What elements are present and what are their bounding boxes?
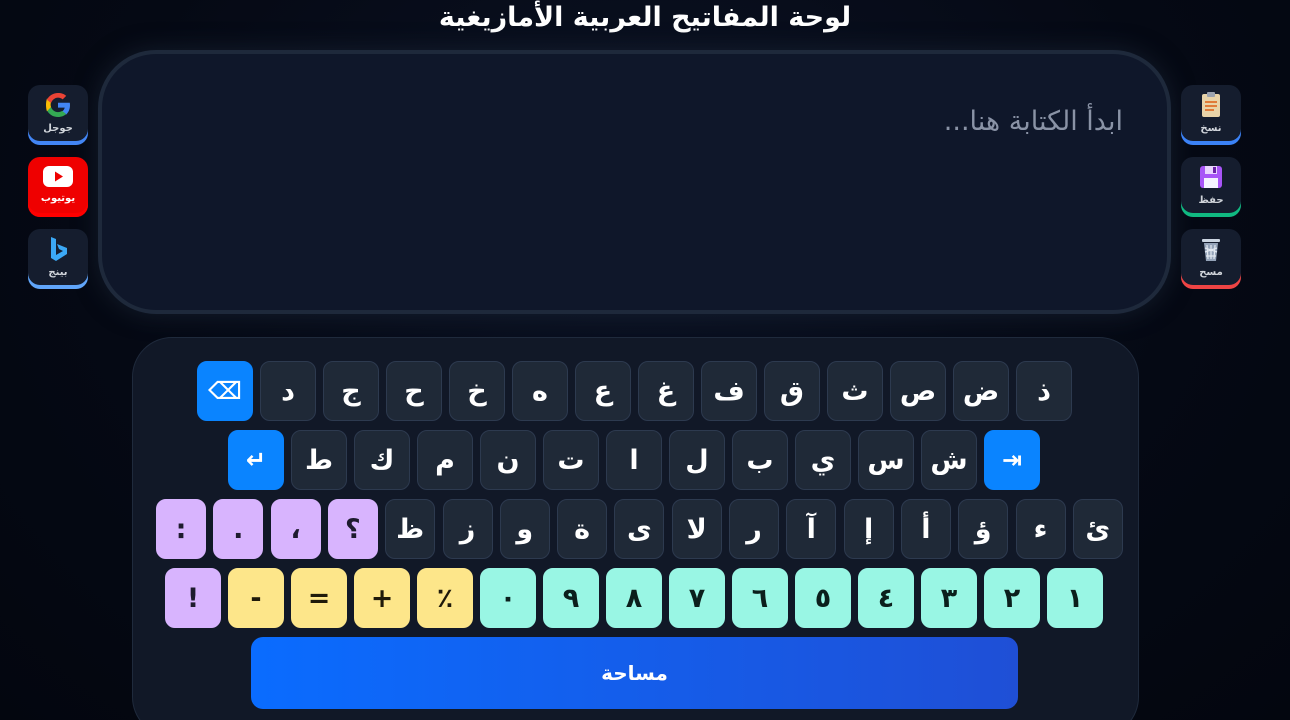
key-0-10[interactable]: ث [827, 361, 883, 421]
key-2-8[interactable]: ى [614, 499, 665, 559]
bing-label: بينج [48, 267, 68, 278]
key-2-7[interactable]: ة [557, 499, 608, 559]
key-1-7[interactable]: ل [669, 430, 725, 490]
key-2-1[interactable]: . [213, 499, 264, 559]
google-button[interactable]: جوجل [28, 85, 88, 145]
floppy-disk-icon [1195, 161, 1227, 193]
key-1-11[interactable]: ش [921, 430, 977, 490]
space-key-label: مساحة [601, 661, 668, 685]
clipboard-icon [1195, 89, 1227, 121]
key-2-0[interactable]: : [156, 499, 206, 559]
space-key[interactable]: مساحة [251, 637, 1018, 709]
google-label: جوجل [43, 123, 73, 134]
key-2-11[interactable]: آ [786, 499, 837, 559]
copy-button[interactable]: نسخ [1181, 85, 1241, 145]
key-2-13[interactable]: أ [900, 499, 951, 559]
key-3-10[interactable]: ٥ [795, 568, 851, 628]
key-2-10[interactable]: ر [729, 499, 779, 559]
key-3-14[interactable]: ١ [1047, 568, 1103, 628]
key-0-5[interactable]: ه [512, 361, 568, 421]
key-1-3[interactable]: م [417, 430, 473, 490]
key-2-2[interactable]: ، [270, 499, 321, 559]
key-2-3[interactable]: ؟ [327, 499, 378, 559]
key-1-8[interactable]: ب [732, 430, 788, 490]
key-0-12[interactable]: ض [953, 361, 1009, 421]
page-title: لوحة المفاتيح العربية الأمازيغية [438, 2, 852, 33]
google-icon [42, 89, 74, 121]
youtube-button[interactable]: يوتيوب [28, 157, 88, 217]
clear-button[interactable]: مسح [1181, 229, 1241, 289]
key-3-1[interactable]: - [228, 568, 284, 628]
key-0-11[interactable]: ص [890, 361, 946, 421]
enter-key[interactable]: ↵ [228, 430, 284, 490]
key-2-14[interactable]: ؤ [958, 499, 1009, 559]
key-3-11[interactable]: ٤ [858, 568, 914, 628]
key-1-9[interactable]: ي [795, 430, 851, 490]
key-3-7[interactable]: ٨ [606, 568, 662, 628]
key-3-12[interactable]: ٣ [921, 568, 977, 628]
key-0-3[interactable]: ح [386, 361, 442, 421]
key-0-13[interactable]: ذ [1016, 361, 1072, 421]
key-0-6[interactable]: ع [575, 361, 631, 421]
key-0-1[interactable]: د [260, 361, 316, 421]
key-2-4[interactable]: ظ [385, 499, 436, 559]
key-1-5[interactable]: ت [543, 430, 599, 490]
key-0-9[interactable]: ق [764, 361, 820, 421]
key-0-2[interactable]: ج [323, 361, 379, 421]
key-2-15[interactable]: ء [1015, 499, 1066, 559]
key-3-0[interactable]: ! [165, 568, 221, 628]
key-2-6[interactable]: و [499, 499, 550, 559]
text-editor[interactable]: ابدأ الكتابة هنا... [98, 50, 1171, 314]
copy-label: نسخ [1200, 123, 1222, 134]
tab-key[interactable]: ⇥ [984, 430, 1040, 490]
bing-button[interactable]: بينج [28, 229, 88, 289]
youtube-label: يوتيوب [40, 193, 76, 204]
key-2-9[interactable]: لا [671, 499, 722, 559]
key-0-8[interactable]: ف [701, 361, 757, 421]
editor-placeholder: ابدأ الكتابة هنا... [943, 106, 1123, 137]
key-3-3[interactable]: + [354, 568, 410, 628]
key-3-5[interactable]: ٠ [480, 568, 536, 628]
key-3-8[interactable]: ٧ [669, 568, 725, 628]
clear-label: مسح [1199, 267, 1223, 278]
key-1-10[interactable]: س [858, 430, 914, 490]
bing-icon [42, 233, 74, 265]
key-3-4[interactable]: ٪ [417, 568, 473, 628]
key-3-13[interactable]: ٢ [984, 568, 1040, 628]
key-2-5[interactable]: ز [442, 499, 493, 559]
key-1-6[interactable]: ا [606, 430, 662, 490]
key-3-2[interactable]: = [291, 568, 347, 628]
key-1-2[interactable]: ك [354, 430, 410, 490]
trash-icon [1195, 233, 1227, 265]
youtube-icon [41, 161, 75, 191]
key-2-12[interactable]: إ [843, 499, 894, 559]
key-3-6[interactable]: ٩ [543, 568, 599, 628]
key-2-16[interactable]: ئ [1072, 499, 1123, 559]
key-0-7[interactable]: غ [638, 361, 694, 421]
key-1-1[interactable]: ط [291, 430, 347, 490]
key-1-4[interactable]: ن [480, 430, 536, 490]
key-3-9[interactable]: ٦ [732, 568, 788, 628]
save-label: حفظ [1198, 195, 1224, 206]
save-button[interactable]: حفظ [1181, 157, 1241, 217]
backspace-key[interactable]: ⌫ [197, 361, 253, 421]
key-0-4[interactable]: خ [449, 361, 505, 421]
